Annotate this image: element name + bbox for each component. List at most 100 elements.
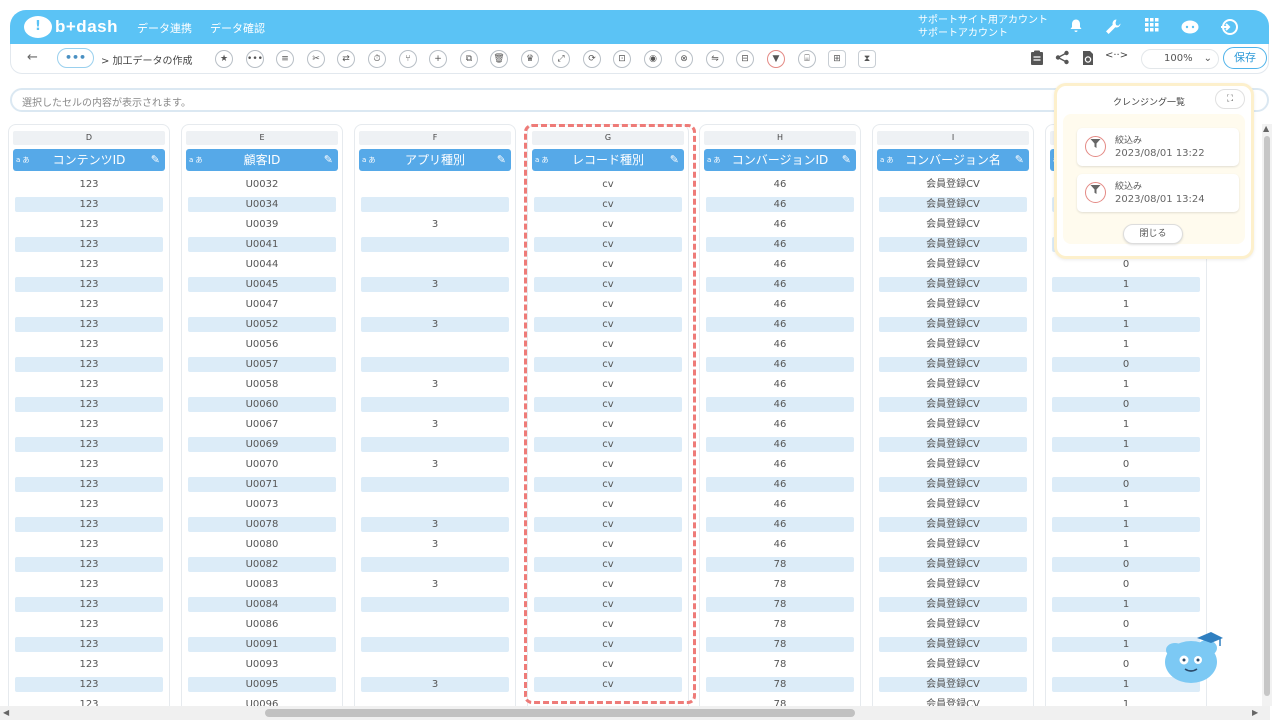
list-tool-icon[interactable]: ≡ — [276, 50, 294, 68]
grid-cell[interactable]: 46 — [706, 377, 854, 392]
grid-cell[interactable]: 1 — [1052, 317, 1200, 332]
grid-cell[interactable]: 会員登録CV — [879, 677, 1027, 692]
grid-cell[interactable]: 46 — [706, 337, 854, 352]
grid-cell[interactable]: 123 — [15, 577, 163, 592]
grid-cell[interactable]: U0060 — [188, 397, 336, 412]
scroll-left-icon[interactable]: ◀ — [3, 708, 9, 717]
grid-cell[interactable]: cv — [534, 357, 682, 372]
grid-cell[interactable] — [361, 637, 509, 652]
grid-cell[interactable]: 会員登録CV — [879, 277, 1027, 292]
grid-cell[interactable]: 3 — [361, 417, 509, 432]
grid-cell[interactable]: 会員登録CV — [879, 557, 1027, 572]
grid-cell[interactable]: 3 — [361, 277, 509, 292]
grid-cell[interactable]: 会員登録CV — [879, 237, 1027, 252]
grid-cell[interactable]: 会員登録CV — [879, 537, 1027, 552]
column-header[interactable]: a あ 顧客ID ✎ — [186, 149, 338, 171]
grid-cell[interactable]: 46 — [706, 537, 854, 552]
edit-pencil-icon[interactable]: ✎ — [670, 149, 679, 171]
grid-cell[interactable] — [361, 177, 509, 192]
grid-cell[interactable]: 123 — [15, 437, 163, 452]
grid-cell[interactable]: 123 — [15, 277, 163, 292]
cut-tool-icon[interactable]: ✂ — [307, 50, 325, 68]
grid-cell[interactable]: 会員登録CV — [879, 397, 1027, 412]
grid-cell[interactable]: U0073 — [188, 497, 336, 512]
grid-cell[interactable]: 会員登録CV — [879, 197, 1027, 212]
grid-cell[interactable]: cv — [534, 437, 682, 452]
grid-cell[interactable]: U0057 — [188, 357, 336, 372]
grid-cell[interactable]: 会員登録CV — [879, 657, 1027, 672]
grid-cell[interactable]: 123 — [15, 517, 163, 532]
grid-cell[interactable]: U0071 — [188, 477, 336, 492]
grid-cell[interactable]: 123 — [15, 317, 163, 332]
grid-cell[interactable]: U0045 — [188, 277, 336, 292]
grid-cell[interactable]: 46 — [706, 497, 854, 512]
grid-cell[interactable]: 0 — [1052, 477, 1200, 492]
grid-cell[interactable]: cv — [534, 657, 682, 672]
grid-cell[interactable]: 1 — [1052, 497, 1200, 512]
column-letter[interactable]: E — [186, 131, 338, 145]
grid-cell[interactable] — [361, 337, 509, 352]
grid-cell[interactable]: 123 — [15, 237, 163, 252]
logout-icon[interactable] — [1220, 18, 1238, 36]
grid-cell[interactable]: 3 — [361, 377, 509, 392]
grid-cell[interactable]: 会員登録CV — [879, 257, 1027, 272]
grid-cell[interactable]: 123 — [15, 297, 163, 312]
grid-cell[interactable]: 会員登録CV — [879, 377, 1027, 392]
split-tool-icon[interactable]: ⌸ — [798, 50, 816, 68]
grid-cell[interactable]: cv — [534, 397, 682, 412]
grid-cell[interactable] — [361, 657, 509, 672]
scroll-right-icon[interactable]: ▶ — [1252, 708, 1258, 717]
grid-cell[interactable] — [361, 357, 509, 372]
grid-cell[interactable]: cv — [534, 377, 682, 392]
grid-cell[interactable]: 123 — [15, 557, 163, 572]
grid-cell[interactable]: cv — [534, 317, 682, 332]
grid-cell[interactable]: 3 — [361, 317, 509, 332]
grid-cell[interactable]: 0 — [1052, 397, 1200, 412]
grid-cell[interactable]: cv — [534, 537, 682, 552]
expand-tool-icon[interactable]: ⤢ — [552, 50, 570, 68]
grid-cell[interactable]: 123 — [15, 197, 163, 212]
grid-cell[interactable] — [361, 397, 509, 412]
grid-cell[interactable]: 会員登録CV — [879, 217, 1027, 232]
grid-cell[interactable]: 78 — [706, 617, 854, 632]
grid-cell[interactable]: 123 — [15, 457, 163, 472]
grid-cell[interactable]: 78 — [706, 597, 854, 612]
revert-icon[interactable] — [1079, 50, 1097, 70]
copy-tool-icon[interactable]: ⧉ — [460, 50, 478, 68]
grid-cell[interactable]: 1 — [1052, 277, 1200, 292]
grid-cell[interactable]: cv — [534, 297, 682, 312]
cleansing-item[interactable]: 絞込み 2023/08/01 13:22 — [1077, 128, 1239, 166]
grid-cell[interactable]: 会員登録CV — [879, 637, 1027, 652]
grid-cell[interactable] — [361, 297, 509, 312]
back-button[interactable]: ← — [27, 50, 38, 65]
column-letter[interactable]: F — [359, 131, 511, 145]
grid-cell[interactable]: cv — [534, 417, 682, 432]
grid-cell[interactable]: U0056 — [188, 337, 336, 352]
edit-pencil-icon[interactable]: ✎ — [497, 149, 506, 171]
nav-data-integration[interactable]: データ連携 — [137, 20, 192, 36]
grid-cell[interactable]: 会員登録CV — [879, 177, 1027, 192]
grid-cell[interactable]: cv — [534, 217, 682, 232]
box-tool-icon[interactable]: ◉ — [644, 50, 662, 68]
grid-cell[interactable]: 123 — [15, 537, 163, 552]
grid-cell[interactable]: 会員登録CV — [879, 477, 1027, 492]
lock-tool-icon[interactable]: ⊡ — [613, 50, 631, 68]
grid-cell[interactable]: 会員登録CV — [879, 357, 1027, 372]
grid-cell[interactable]: 46 — [706, 237, 854, 252]
grid-cell[interactable]: U0058 — [188, 377, 336, 392]
grid-cell[interactable]: 3 — [361, 537, 509, 552]
grid-cell[interactable]: 1 — [1052, 537, 1200, 552]
grid-cell[interactable]: cv — [534, 477, 682, 492]
grid-cell[interactable]: 123 — [15, 257, 163, 272]
grid-cell[interactable]: 0 — [1052, 257, 1200, 272]
code-icon[interactable]: <··> — [1105, 50, 1128, 61]
grid-cell[interactable]: cv — [534, 517, 682, 532]
grid-cell[interactable]: U0091 — [188, 637, 336, 652]
scroll-up-icon[interactable]: ▲ — [1263, 124, 1269, 133]
grid-cell[interactable]: 123 — [15, 177, 163, 192]
grid-cell[interactable]: 78 — [706, 677, 854, 692]
logo[interactable]: ! b+dash — [24, 15, 118, 39]
grid-cell[interactable]: 46 — [706, 517, 854, 532]
grid-cell[interactable]: cv — [534, 457, 682, 472]
grid-cell[interactable]: 1 — [1052, 597, 1200, 612]
